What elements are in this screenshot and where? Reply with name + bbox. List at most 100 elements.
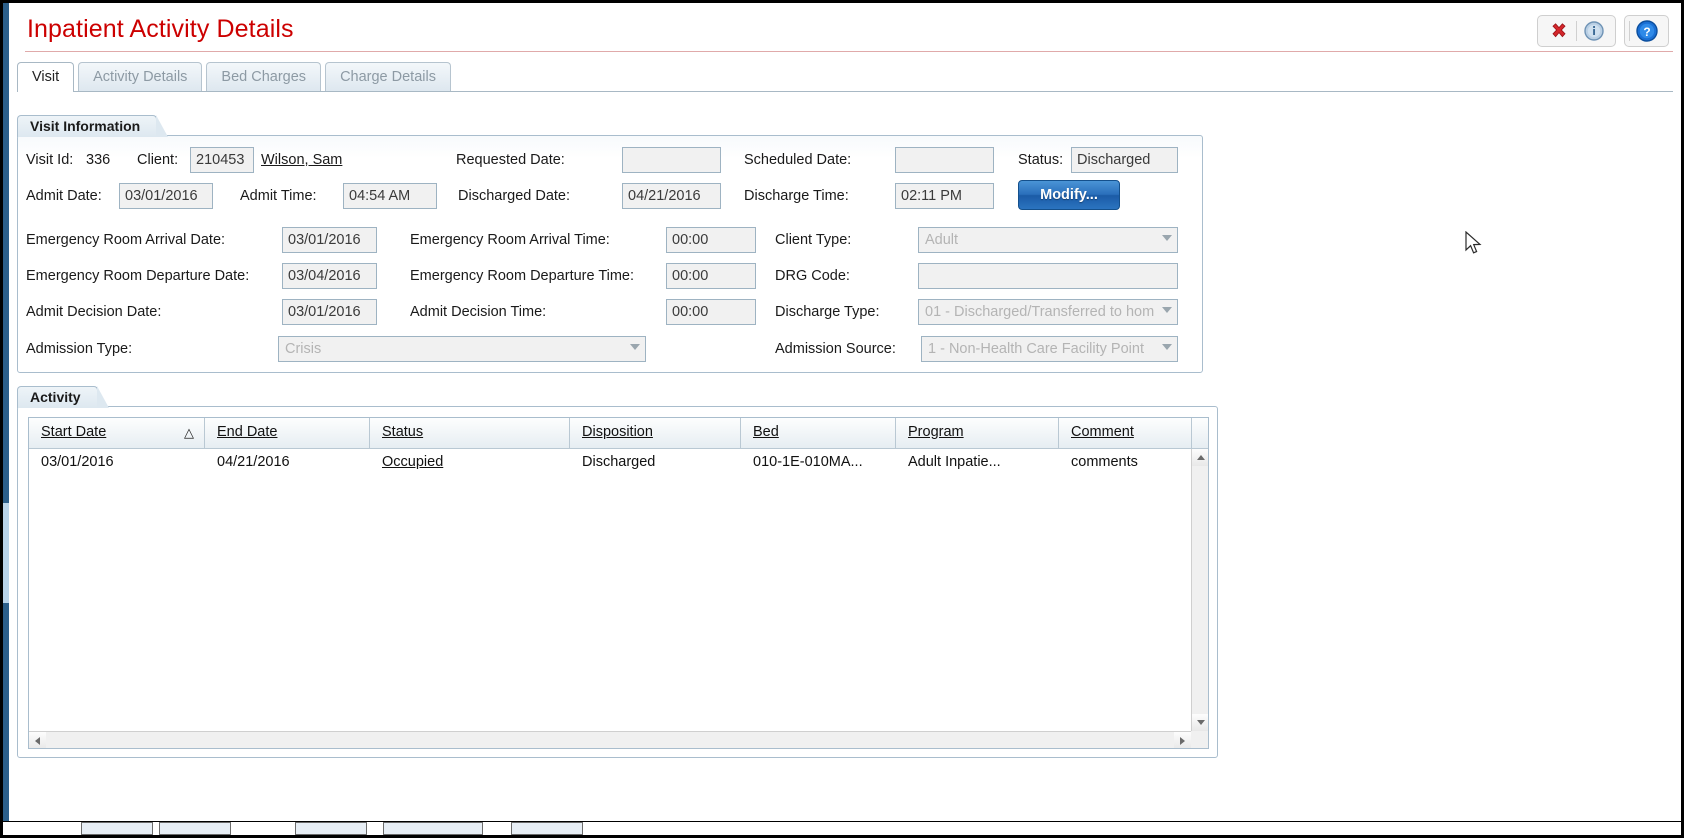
svg-text:?: ? [1643, 25, 1650, 39]
scroll-down-button[interactable] [1192, 714, 1208, 731]
discharge-type-select[interactable]: 01 - Discharged/Transferred to hom [918, 299, 1178, 325]
client-name-link[interactable]: Wilson, Sam [261, 152, 342, 168]
tab-visit[interactable]: Visit [17, 62, 75, 93]
er-departure-date-label: Emergency Room Departure Date: [26, 268, 250, 284]
mouse-cursor [1465, 231, 1482, 254]
triangle-right-icon [1180, 736, 1185, 745]
tab-charge-details-label: Charge Details [340, 69, 436, 85]
er-arrival-time-label: Emergency Room Arrival Time: [410, 232, 610, 248]
admit-date-label: Admit Date: [26, 188, 102, 204]
window-left-accent-light [3, 503, 9, 603]
drg-code-field[interactable] [918, 263, 1178, 289]
admission-source-select[interactable]: 1 - Non-Health Care Facility Point [921, 336, 1178, 362]
er-arrival-date-label: Emergency Room Arrival Date: [26, 232, 226, 248]
triangle-up-icon [1196, 455, 1205, 460]
admit-date-field[interactable]: 03/01/2016 [119, 183, 213, 209]
tab-bed-charges-label: Bed Charges [221, 69, 307, 85]
column-header-end-date-label: End Date [217, 424, 278, 440]
tab-bed-charges[interactable]: Bed Charges [206, 62, 322, 92]
cell-comment: comments [1071, 454, 1138, 470]
scheduled-date-field[interactable] [895, 147, 994, 173]
column-header-bed[interactable]: Bed [741, 418, 896, 448]
column-header-disposition-label: Disposition [582, 424, 653, 440]
taskbar-chip-3[interactable] [295, 822, 367, 835]
scroll-left-button[interactable] [29, 732, 46, 748]
client-type-label: Client Type: [775, 232, 852, 248]
scroll-right-button[interactable] [1174, 732, 1191, 748]
column-header-program-label: Program [908, 424, 964, 440]
tab-activity-details[interactable]: Activity Details [78, 62, 203, 92]
triangle-down-icon [1196, 720, 1205, 725]
tab-activity-details-label: Activity Details [93, 69, 188, 85]
modify-button[interactable]: Modify... [1018, 180, 1120, 210]
sort-ascending-icon: △ [184, 425, 194, 440]
activity-group: Activity Start Date △ End Date Status Di… [17, 386, 1218, 758]
triangle-left-icon [35, 736, 40, 745]
er-departure-date-field[interactable]: 03/04/2016 [282, 263, 377, 289]
info-button[interactable] [1577, 16, 1611, 46]
admit-decision-time-field[interactable]: 00:00 [666, 299, 756, 325]
column-header-start-date[interactable]: Start Date △ [29, 418, 205, 448]
admit-decision-date-field[interactable]: 03/01/2016 [282, 299, 377, 325]
column-header-comment-label: Comment [1071, 424, 1134, 440]
tab-charge-details[interactable]: Charge Details [325, 62, 451, 92]
admit-time-label: Admit Time: [240, 188, 317, 204]
column-header-bed-label: Bed [753, 424, 779, 440]
er-arrival-time-field[interactable]: 00:00 [666, 227, 756, 253]
client-id-field[interactable]: 210453 [190, 147, 254, 173]
discharge-time-label: Discharge Time: [744, 188, 849, 204]
help-button[interactable]: ? [1630, 16, 1664, 46]
visit-id-value: 336 [86, 152, 111, 168]
er-arrival-date-field[interactable]: 03/01/2016 [282, 227, 377, 253]
client-type-value: Adult [925, 232, 959, 248]
chevron-down-icon [630, 344, 640, 350]
visit-information-group: Visit Information Visit Id: 336 Client: … [17, 115, 1203, 373]
er-departure-time-label: Emergency Room Departure Time: [410, 268, 635, 284]
er-departure-time-field[interactable]: 00:00 [666, 263, 756, 289]
admission-type-select[interactable]: Crisis [278, 336, 646, 362]
taskbar-chip-1[interactable] [81, 822, 153, 835]
requested-date-field[interactable] [622, 147, 721, 173]
discharge-time-field[interactable]: 02:11 PM [895, 183, 994, 209]
admit-decision-date-label: Admit Decision Date: [26, 304, 162, 320]
visit-id-label: Visit Id: [26, 152, 74, 168]
discharge-type-value: 01 - Discharged/Transferred to hom [925, 304, 1155, 320]
chevron-down-icon [1162, 344, 1172, 350]
column-header-status[interactable]: Status [370, 418, 570, 448]
column-header-comment[interactable]: Comment [1059, 418, 1192, 448]
chevron-down-icon [1162, 235, 1172, 241]
discharged-date-field[interactable]: 04/21/2016 [622, 183, 721, 209]
admit-decision-time-label: Admit Decision Time: [410, 304, 547, 320]
close-button[interactable] [1542, 16, 1576, 46]
cell-disposition: Discharged [582, 454, 656, 470]
status-field: Discharged [1071, 147, 1178, 173]
help-icon: ? [1636, 20, 1658, 42]
page-title: Inpatient Activity Details [27, 15, 294, 43]
taskbar-chip-4[interactable] [383, 822, 483, 835]
horizontal-scrollbar[interactable] [29, 731, 1191, 748]
cell-status-link[interactable]: Occupied [382, 454, 443, 470]
admission-source-label: Admission Source: [775, 341, 896, 357]
admission-type-value: Crisis [285, 341, 322, 357]
scroll-up-button[interactable] [1192, 449, 1208, 466]
column-header-status-label: Status [382, 424, 424, 440]
status-label: Status: [1018, 152, 1064, 168]
vertical-scrollbar[interactable] [1191, 449, 1208, 731]
column-header-disposition[interactable]: Disposition [570, 418, 741, 448]
column-header-program[interactable]: Program [896, 418, 1059, 448]
window-left-accent [3, 3, 9, 835]
activity-grid-header: Start Date △ End Date Status Disposition… [29, 418, 1208, 449]
admission-type-label: Admission Type: [26, 341, 133, 357]
bottom-strip [3, 821, 1681, 835]
application-window: Inpatient Activity Details ? Visit Activ… [0, 0, 1684, 838]
column-header-end-date[interactable]: End Date [205, 418, 370, 448]
client-type-select[interactable]: Adult [918, 227, 1178, 253]
close-icon [1552, 23, 1566, 38]
taskbar-chip-2[interactable] [159, 822, 231, 835]
taskbar-chip-5[interactable] [511, 822, 583, 835]
table-row[interactable]: 03/01/2016 04/21/2016 Occupied Discharge… [29, 449, 1208, 479]
discharged-date-label: Discharged Date: [458, 188, 571, 204]
cell-end-date: 04/21/2016 [217, 454, 290, 470]
activity-grid: Start Date △ End Date Status Disposition… [28, 417, 1209, 749]
admit-time-field[interactable]: 04:54 AM [343, 183, 437, 209]
